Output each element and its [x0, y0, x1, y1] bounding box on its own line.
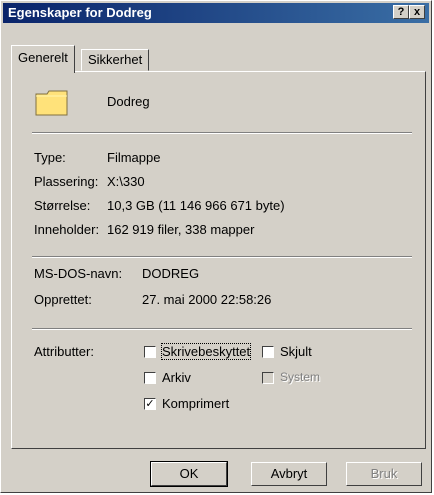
separator: [32, 256, 412, 258]
folder-icon: [35, 90, 68, 116]
hidden-checkbox[interactable]: [262, 346, 274, 358]
contains-label: Inneholder:: [34, 222, 100, 237]
archive-label[interactable]: Arkiv: [162, 370, 191, 385]
close-button[interactable]: x: [409, 5, 425, 19]
location-label: Plassering:: [34, 174, 99, 189]
help-button[interactable]: ?: [393, 5, 409, 19]
hidden-label[interactable]: Skjult: [280, 344, 312, 359]
type-label: Type:: [34, 150, 66, 165]
contains-value: 162 919 filer, 338 mapper: [107, 222, 255, 237]
compressed-checkbox[interactable]: ✓: [144, 398, 156, 410]
separator: [32, 132, 412, 134]
compressed-label[interactable]: Komprimert: [162, 396, 229, 411]
tab-label: Sikkerhet: [88, 52, 143, 67]
system-label: System: [280, 370, 321, 384]
apply-button: Bruk: [346, 462, 422, 486]
msdos-name-value: DODREG: [142, 266, 200, 281]
created-value: 27. mai 2000 22:58:26: [142, 292, 272, 307]
cancel-button[interactable]: Avbryt: [251, 462, 327, 486]
title-bar[interactable]: Egenskaper for Dodreg ? x: [3, 3, 429, 23]
created-label: Opprettet:: [34, 292, 92, 307]
folder-name: Dodreg: [107, 94, 150, 109]
type-value: Filmappe: [107, 150, 161, 165]
tab-generelt[interactable]: Generelt: [11, 45, 75, 73]
properties-window: Egenskaper for Dodreg ? x Generelt Sikke…: [0, 0, 432, 493]
readonly-label[interactable]: Skrivebeskyttet: [160, 343, 252, 360]
general-panel: Dodreg Type: Filmappe Plassering: X:\330…: [11, 71, 426, 449]
readonly-checkbox[interactable]: [144, 346, 156, 358]
separator: [32, 328, 412, 330]
attributes-label: Attributter:: [34, 344, 94, 359]
size-label: Størrelse:: [34, 198, 91, 213]
location-value: X:\330: [107, 174, 145, 189]
size-value: 10,3 GB (11 146 966 671 byte): [107, 198, 285, 213]
msdos-name-label: MS-DOS-navn:: [34, 266, 123, 281]
system-checkbox: [262, 372, 274, 384]
tab-sikkerhet[interactable]: Sikkerhet: [81, 49, 150, 71]
window-title: Egenskaper for Dodreg: [8, 5, 152, 20]
tab-label: Generelt: [18, 50, 68, 65]
ok-button[interactable]: OK: [150, 461, 228, 487]
archive-checkbox[interactable]: [144, 372, 156, 384]
